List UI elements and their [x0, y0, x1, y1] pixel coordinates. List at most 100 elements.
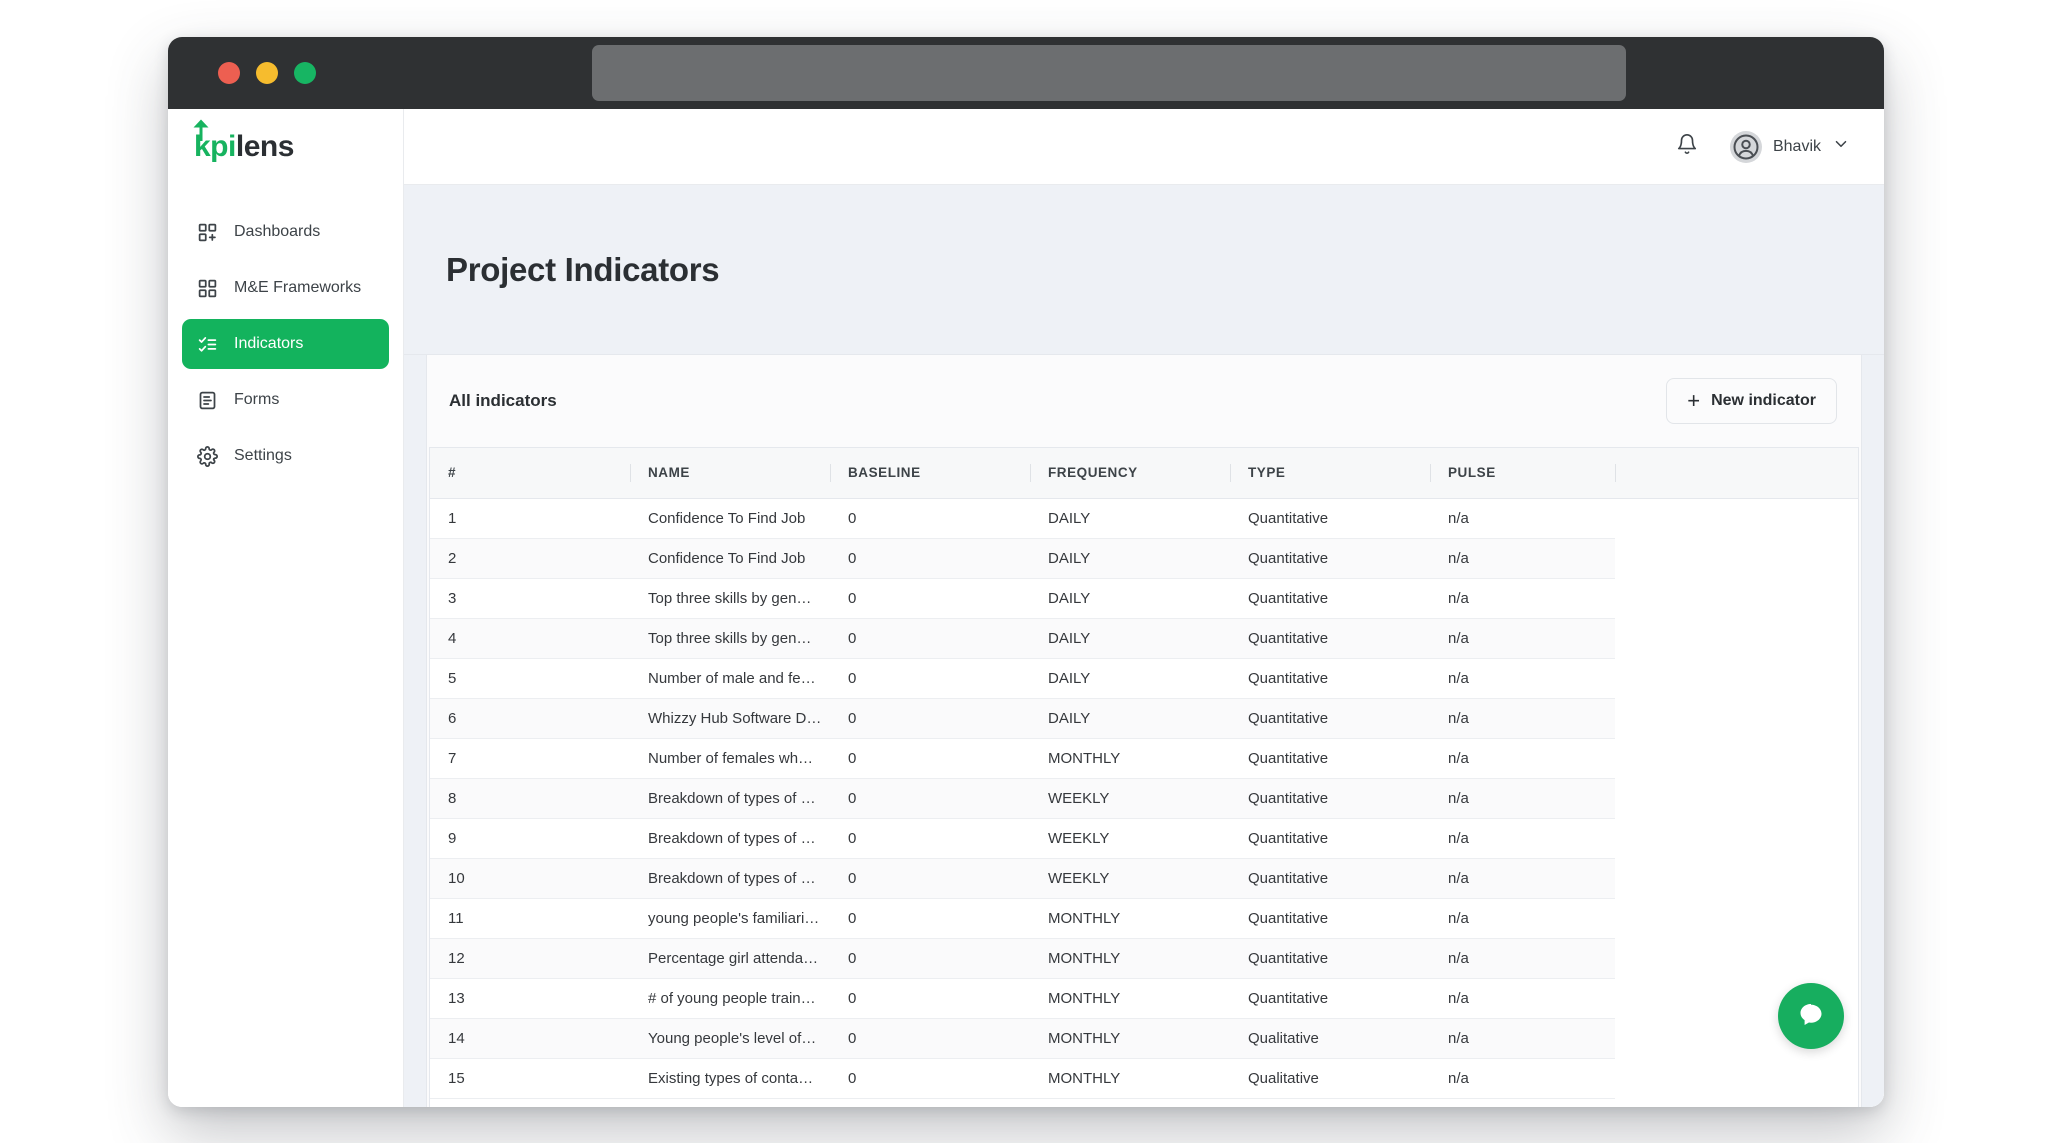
row-number[interactable]: 7: [430, 738, 630, 778]
row-actions-cell: [1615, 738, 1858, 778]
app-logo[interactable]: kpi lens: [168, 109, 403, 185]
table-row[interactable]: 7Number of females wh…0MONTHLYQuantitati…: [430, 738, 1858, 778]
table-row[interactable]: 12Percentage girl attenda…0MONTHLYQuanti…: [430, 938, 1858, 978]
row-name[interactable]: Breakdown of types of …: [630, 818, 830, 858]
table-row[interactable]: 3Top three skills by gen…0DAILYQuantitat…: [430, 578, 1858, 618]
row-actions-cell: [1615, 1058, 1858, 1098]
app-header: Bhavik: [404, 109, 1884, 185]
row-number[interactable]: 8: [430, 778, 630, 818]
indicators-table-wrapper[interactable]: # NAME BASELINE FREQUENCY TYPE PULSE: [429, 447, 1859, 1107]
chevron-down-icon[interactable]: [1832, 135, 1850, 158]
column-header-pulse[interactable]: PULSE: [1430, 448, 1615, 498]
row-name[interactable]: # of young people train…: [630, 978, 830, 1018]
sidebar-item-forms[interactable]: Forms: [182, 375, 389, 425]
user-menu[interactable]: Bhavik: [1730, 131, 1850, 163]
table-row[interactable]: 8Breakdown of types of …0WEEKLYQuantitat…: [430, 778, 1858, 818]
column-header-number[interactable]: #: [430, 448, 630, 498]
row-number[interactable]: 12: [430, 938, 630, 978]
table-row[interactable]: 6Whizzy Hub Software D…0DAILYQuantitativ…: [430, 698, 1858, 738]
user-name-label: Bhavik: [1773, 138, 1821, 156]
row-name[interactable]: Percentage girl attenda…: [630, 938, 830, 978]
row-number[interactable]: 3: [430, 578, 630, 618]
row-number[interactable]: 9: [430, 818, 630, 858]
content-area: All indicators + New indicator: [404, 355, 1884, 1107]
sidebar-item-me-frameworks[interactable]: M&E Frameworks: [182, 263, 389, 313]
notifications-button[interactable]: [1670, 130, 1704, 164]
sidebar-item-label: Indicators: [234, 335, 303, 353]
row-number[interactable]: 1: [430, 498, 630, 538]
row-actions-cell: [1615, 858, 1858, 898]
page-banner: Project Indicators: [404, 185, 1884, 355]
row-frequency: WEEKLY: [1030, 778, 1230, 818]
row-baseline: 0: [830, 978, 1030, 1018]
row-pulse: n/a: [1430, 538, 1615, 578]
row-type: Quantitative: [1230, 938, 1430, 978]
sidebar-item-indicators[interactable]: Indicators: [182, 319, 389, 369]
row-number[interactable]: 2: [430, 538, 630, 578]
row-number[interactable]: 14: [430, 1018, 630, 1058]
row-frequency: MONTHLY: [1030, 978, 1230, 1018]
row-number[interactable]: 11: [430, 898, 630, 938]
sidebar-item-label: Settings: [234, 447, 292, 465]
row-name[interactable]: Existing types of conta…: [630, 1058, 830, 1098]
row-type: Quantitative: [1230, 658, 1430, 698]
row-number[interactable]: 4: [430, 618, 630, 658]
column-header-frequency[interactable]: FREQUENCY: [1030, 448, 1230, 498]
close-window-button[interactable]: [218, 62, 240, 84]
sidebar-item-label: Dashboards: [234, 223, 320, 241]
row-actions-cell: [1615, 938, 1858, 978]
row-baseline: 0: [830, 738, 1030, 778]
row-baseline: 0: [830, 698, 1030, 738]
new-indicator-label: New indicator: [1711, 392, 1816, 410]
column-header-baseline[interactable]: BASELINE: [830, 448, 1030, 498]
table-row[interactable]: 10Breakdown of types of …0WEEKLYQuantita…: [430, 858, 1858, 898]
column-header-name[interactable]: NAME: [630, 448, 830, 498]
address-bar[interactable]: [592, 45, 1626, 101]
row-name[interactable]: Confidence To Find Job: [630, 538, 830, 578]
maximize-window-button[interactable]: [294, 62, 316, 84]
row-name[interactable]: Whizzy Hub Software D…: [630, 698, 830, 738]
row-number[interactable]: 10: [430, 858, 630, 898]
row-name[interactable]: Breakdown of types of …: [630, 778, 830, 818]
table-row[interactable]: 4Top three skills by gen…0DAILYQuantitat…: [430, 618, 1858, 658]
row-pulse: n/a: [1430, 1058, 1615, 1098]
row-number[interactable]: 5: [430, 658, 630, 698]
plus-icon: +: [1687, 390, 1700, 412]
table-row[interactable]: 15Existing types of conta…0MONTHLYQualit…: [430, 1058, 1858, 1098]
minimize-window-button[interactable]: [256, 62, 278, 84]
new-indicator-button[interactable]: + New indicator: [1666, 378, 1837, 424]
row-name[interactable]: Breakdown of types of …: [630, 858, 830, 898]
row-name[interactable]: Number of male and fe…: [630, 658, 830, 698]
row-number[interactable]: 6: [430, 698, 630, 738]
row-baseline: 0: [830, 818, 1030, 858]
table-row[interactable]: 1Confidence To Find Job0DAILYQuantitativ…: [430, 498, 1858, 538]
row-name[interactable]: Number of females wh…: [630, 738, 830, 778]
card-header: All indicators + New indicator: [427, 355, 1861, 447]
row-name[interactable]: Top three skills by gen…: [630, 578, 830, 618]
checklist-icon: [196, 333, 218, 355]
row-pulse: n/a: [1430, 1018, 1615, 1058]
row-baseline: 0: [830, 938, 1030, 978]
table-row[interactable]: 11young people's familiari…0MONTHLYQuant…: [430, 898, 1858, 938]
row-name[interactable]: Top three skills by gen…: [630, 618, 830, 658]
indicators-card: All indicators + New indicator: [426, 355, 1862, 1107]
row-type: Quantitative: [1230, 538, 1430, 578]
table-row[interactable]: 13# of young people train…0MONTHLYQuanti…: [430, 978, 1858, 1018]
row-actions-cell: [1615, 498, 1858, 538]
sidebar-item-dashboards[interactable]: Dashboards: [182, 207, 389, 257]
row-name[interactable]: young people's familiari…: [630, 898, 830, 938]
main-area: Bhavik Project Indicators: [404, 109, 1884, 1107]
row-actions-cell: [1615, 698, 1858, 738]
logo-text-lens: lens: [236, 130, 294, 164]
chat-launcher-button[interactable]: [1778, 983, 1844, 1049]
column-header-type[interactable]: TYPE: [1230, 448, 1430, 498]
row-name[interactable]: Young people's level of…: [630, 1018, 830, 1058]
row-number[interactable]: 13: [430, 978, 630, 1018]
table-row[interactable]: 2Confidence To Find Job0DAILYQuantitativ…: [430, 538, 1858, 578]
row-number[interactable]: 15: [430, 1058, 630, 1098]
row-name[interactable]: Confidence To Find Job: [630, 498, 830, 538]
table-row[interactable]: 9Breakdown of types of …0WEEKLYQuantitat…: [430, 818, 1858, 858]
table-row[interactable]: 5Number of male and fe…0DAILYQuantitativ…: [430, 658, 1858, 698]
table-row[interactable]: 14Young people's level of…0MONTHLYQualit…: [430, 1018, 1858, 1058]
sidebar-item-settings[interactable]: Settings: [182, 431, 389, 481]
